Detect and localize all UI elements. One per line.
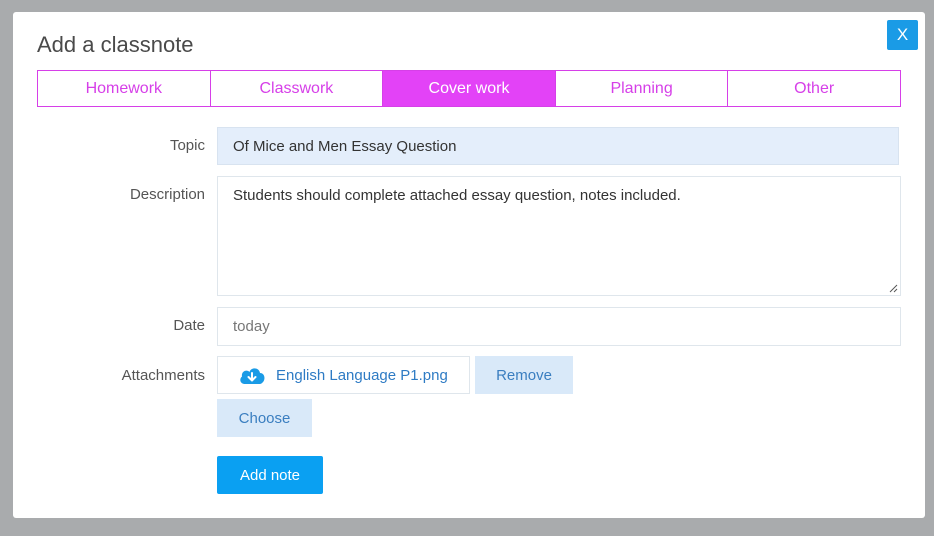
cloud-download-icon <box>240 368 265 384</box>
note-type-tabs: Homework Classwork Cover work Planning O… <box>37 70 901 107</box>
tab-other[interactable]: Other <box>728 71 900 106</box>
attachment-file-link[interactable]: English Language P1.png <box>217 356 470 394</box>
add-classnote-modal: Add a classnote X Homework Classwork Cov… <box>13 12 925 518</box>
description-value: Students should complete attached essay … <box>233 187 681 204</box>
add-note-button[interactable]: Add note <box>217 456 323 494</box>
description-label: Description <box>129 186 205 203</box>
tab-homework[interactable]: Homework <box>38 71 211 106</box>
date-input[interactable]: today <box>217 307 901 346</box>
topic-label: Topic <box>169 137 205 154</box>
resize-grip-icon[interactable] <box>888 283 898 293</box>
choose-file-button[interactable]: Choose <box>217 399 312 437</box>
date-placeholder: today <box>233 318 270 335</box>
remove-attachment-button[interactable]: Remove <box>475 356 573 394</box>
topic-input[interactable]: Of Mice and Men Essay Question <box>217 127 899 165</box>
attachments-label: Attachments <box>121 367 205 384</box>
modal-title: Add a classnote <box>37 32 194 57</box>
tab-classwork[interactable]: Classwork <box>210 71 384 106</box>
tab-planning[interactable]: Planning <box>555 71 729 106</box>
close-button[interactable]: X <box>887 20 918 50</box>
attachment-filename: English Language P1.png <box>276 366 448 384</box>
date-label: Date <box>173 317 205 334</box>
topic-value: Of Mice and Men Essay Question <box>233 137 457 155</box>
tab-cover-work[interactable]: Cover work <box>383 71 556 106</box>
description-textarea[interactable]: Students should complete attached essay … <box>217 176 901 296</box>
